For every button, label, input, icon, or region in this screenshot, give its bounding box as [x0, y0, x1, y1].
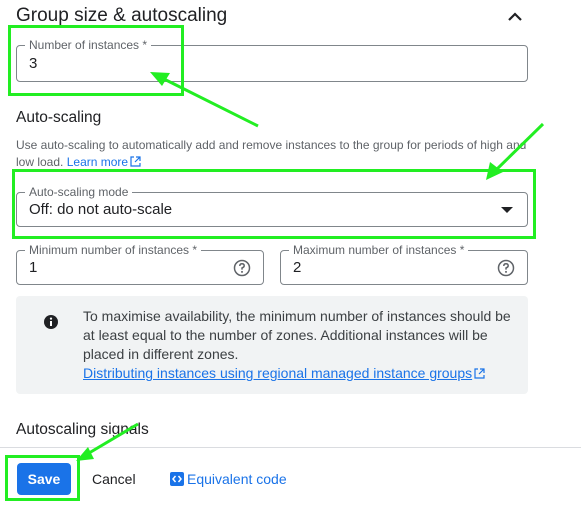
min-instances-label: Minimum number of instances *	[25, 242, 202, 258]
distributing-instances-link[interactable]: Distributing instances using regional ma…	[83, 364, 485, 383]
max-instances-label: Maximum number of instances *	[289, 242, 469, 258]
external-link-icon	[474, 368, 485, 379]
help-icon[interactable]	[497, 259, 515, 277]
help-icon[interactable]	[233, 259, 251, 277]
max-instances-field[interactable]: Maximum number of instances * 2	[280, 242, 528, 285]
info-text: To maximise availability, the minimum nu…	[83, 308, 511, 362]
external-link-icon	[130, 156, 141, 167]
annotation-highlight-mode	[12, 169, 536, 239]
learn-more-link[interactable]: Learn more	[67, 155, 141, 169]
footer-divider	[0, 447, 581, 448]
autoscaling-description: Use auto-scaling to automatically add an…	[16, 137, 531, 171]
collapse-button[interactable]	[503, 6, 527, 26]
section-title: Group size & autoscaling	[16, 5, 228, 26]
info-icon	[44, 315, 58, 329]
min-instances-field[interactable]: Minimum number of instances * 1	[16, 242, 264, 285]
autoscaling-heading: Auto-scaling	[16, 109, 102, 126]
info-box: To maximise availability, the minimum nu…	[16, 296, 528, 394]
autoscaling-signals-heading: Autoscaling signals	[16, 421, 149, 438]
annotation-highlight-save	[5, 455, 80, 501]
equivalent-code-button[interactable]: Equivalent code	[170, 463, 287, 495]
annotation-highlight-instances	[8, 25, 184, 96]
min-instances-value: 1	[29, 259, 38, 276]
max-instances-value: 2	[293, 259, 302, 276]
chevron-up-icon	[508, 11, 522, 21]
page: Group size & autoscaling Number of insta…	[0, 0, 581, 506]
cancel-button[interactable]: Cancel	[84, 463, 144, 495]
learn-more-label: Learn more	[66, 155, 129, 169]
info-text-block: To maximise availability, the minimum nu…	[83, 307, 519, 383]
equivalent-code-label: Equivalent code	[187, 471, 287, 487]
distributing-instances-label: Distributing instances using regional ma…	[83, 365, 473, 381]
code-icon	[170, 472, 184, 486]
